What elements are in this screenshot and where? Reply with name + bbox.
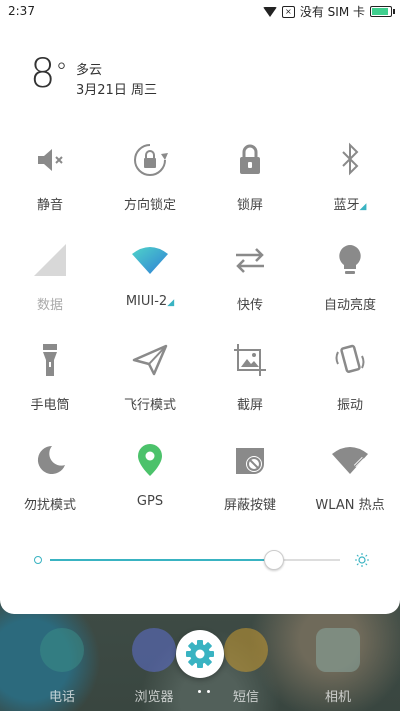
tile-label: 飞行模式 [123, 398, 176, 413]
tile-wlan-hotspot[interactable]: WLAN 热点 [300, 434, 400, 534]
tile-label: 锁屏 [236, 198, 263, 213]
tile-bluetooth[interactable]: 蓝牙◢ [300, 134, 400, 234]
carrier-text: 没有 SIM 卡 [299, 5, 365, 19]
brightness-high-icon [355, 553, 369, 567]
tile-label: 蓝牙◢ [333, 198, 367, 213]
bulb-icon [339, 245, 361, 274]
tile-rotation-lock[interactable]: 方向锁定 [100, 134, 200, 234]
dock-app-phone[interactable]: 电话 [32, 628, 92, 705]
tile-flashlight[interactable]: 手电筒 [0, 334, 100, 434]
brightness-fill [50, 559, 274, 561]
dock-app-label: 电话 [48, 690, 75, 705]
tile-airplane-mode[interactable]: 飞行模式 [100, 334, 200, 434]
airplane-icon [132, 344, 168, 376]
dock-app-label: 浏览器 [134, 690, 174, 705]
tile-label: 数据 [36, 298, 63, 313]
dock-app-browser[interactable]: 浏览器 [124, 628, 184, 705]
status-time: 2:37 [8, 4, 35, 18]
browser-icon [132, 628, 176, 672]
tile-vibrate[interactable]: 振动 [300, 334, 400, 434]
flashlight-icon [43, 344, 57, 376]
vibrate-icon [335, 344, 365, 373]
brightness-thumb[interactable] [264, 550, 285, 570]
tile-mobile-data[interactable]: 数据 [0, 234, 100, 334]
page-indicator [198, 690, 210, 693]
brightness-low-icon [34, 556, 42, 564]
dock: 电话 浏览器 短信 相机 [0, 620, 400, 711]
tile-quick-transfer[interactable]: 快传 [200, 234, 300, 334]
block-keys-icon [236, 448, 264, 474]
wifi-status-icon [262, 6, 277, 17]
gear-icon [186, 640, 214, 668]
tile-lock-screen[interactable]: 锁屏 [200, 134, 300, 234]
temperature: 8° [30, 51, 68, 97]
quick-settings-panel: 8° 多云 3月21日 周三 静音 方向锁定 锁屏 蓝牙◢ 数据 MIUI-2◢… [0, 24, 400, 614]
moon-icon [37, 445, 65, 474]
hotspot-icon [332, 447, 368, 474]
no-sim-icon: × [281, 5, 295, 18]
weather-condition: 多云 [76, 63, 103, 78]
transfer-icon [236, 248, 264, 273]
weather-date: 3月21日 周三 [76, 83, 157, 98]
battery-icon [370, 6, 395, 17]
gps-icon [138, 444, 162, 476]
mute-icon [38, 149, 63, 171]
brightness-slider[interactable] [30, 550, 370, 570]
phone-icon [40, 628, 84, 672]
tile-label: 手电筒 [30, 398, 70, 413]
tile-screenshot[interactable]: 截屏 [200, 334, 300, 434]
tile-mute[interactable]: 静音 [0, 134, 100, 234]
tile-label: GPS [136, 494, 164, 509]
tile-label: 勿扰模式 [23, 498, 76, 513]
tile-label: MIUI-2◢ [125, 294, 175, 309]
tile-label: WLAN 热点 [315, 498, 385, 513]
wifi-icon [132, 247, 168, 274]
dock-app-camera[interactable]: 相机 [308, 628, 368, 705]
tile-label: 方向锁定 [123, 198, 176, 213]
messages-icon [224, 628, 268, 672]
screenshot-icon [234, 344, 266, 376]
tile-wifi[interactable]: MIUI-2◢ [100, 234, 200, 334]
settings-button[interactable] [176, 630, 224, 678]
dock-app-label: 相机 [324, 690, 351, 705]
dock-app-label: 短信 [232, 690, 259, 705]
tile-do-not-disturb[interactable]: 勿扰模式 [0, 434, 100, 534]
lock-icon [240, 144, 260, 174]
camera-icon [316, 628, 360, 672]
tile-gps[interactable]: GPS [100, 434, 200, 534]
tile-label: 屏蔽按键 [223, 498, 276, 513]
tile-label: 静音 [36, 198, 63, 213]
tile-label: 自动亮度 [323, 298, 376, 313]
tile-block-keys[interactable]: 屏蔽按键 [200, 434, 300, 534]
bluetooth-icon [342, 142, 359, 176]
mobile-data-icon [34, 244, 66, 276]
dock-app-messages[interactable]: 短信 [216, 628, 276, 705]
status-bar: 2:37 × 没有 SIM 卡 [0, 0, 400, 24]
tile-label: 截屏 [236, 398, 263, 413]
tile-auto-brightness[interactable]: 自动亮度 [300, 234, 400, 334]
rotation-lock-icon [134, 144, 168, 176]
tile-label: 振动 [336, 398, 363, 413]
tile-label: 快传 [236, 298, 263, 313]
